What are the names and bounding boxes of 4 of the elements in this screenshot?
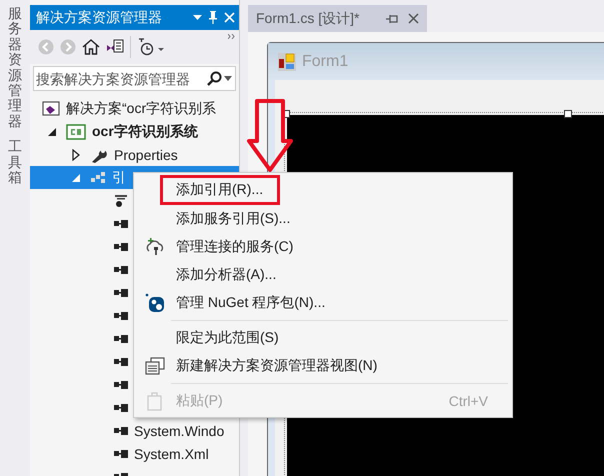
shortcut-label: Ctrl+V xyxy=(448,393,489,409)
form-title: Form1 xyxy=(302,52,348,70)
panel-title: 解决方案资源管理器 xyxy=(36,8,162,26)
tab-title: Form1.cs [设计]* xyxy=(256,10,360,28)
